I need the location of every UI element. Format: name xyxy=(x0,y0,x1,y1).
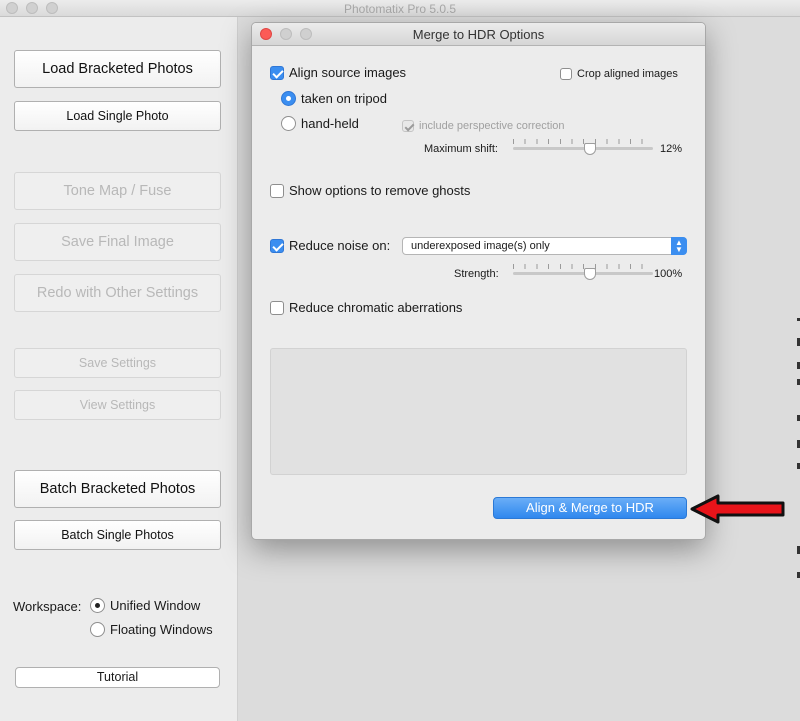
load-single-photo-button[interactable]: Load Single Photo xyxy=(14,101,221,131)
red-arrow-icon xyxy=(690,494,785,524)
strength-slider-thumb[interactable] xyxy=(584,268,596,280)
checkbox-checked-icon[interactable] xyxy=(270,65,284,80)
workspace-floating-label: Floating Windows xyxy=(110,622,213,637)
radio-unselected-icon[interactable] xyxy=(90,622,105,637)
dialog-title-bar: Merge to HDR Options xyxy=(252,23,705,46)
preview-area xyxy=(270,348,687,475)
chromatic-option[interactable]: Reduce chromatic aberrations xyxy=(270,300,462,315)
sidebar: Load Bracketed Photos Load Single Photo … xyxy=(0,17,238,721)
align-source-option[interactable]: Align source images xyxy=(270,65,406,80)
minimize-icon[interactable] xyxy=(280,28,292,40)
app-title: Photomatix Pro 5.0.5 xyxy=(343,2,457,16)
radio-selected-icon[interactable] xyxy=(90,598,105,613)
noise-target-select[interactable]: underexposed image(s) only ▲ ▼ xyxy=(402,237,687,255)
strength-slider[interactable] xyxy=(513,264,653,280)
align-source-label: Align source images xyxy=(289,65,407,80)
max-shift-value: 12% xyxy=(660,143,683,155)
max-shift-slider-thumb[interactable] xyxy=(584,143,596,155)
save-settings-button[interactable]: Save Settings xyxy=(14,348,221,378)
checkbox-unchecked-icon[interactable] xyxy=(560,68,572,80)
chromatic-label: Reduce chromatic aberrations xyxy=(289,300,463,315)
batch-bracketed-photos-button[interactable]: Batch Bracketed Photos xyxy=(14,470,221,508)
strength-value: 100% xyxy=(654,268,683,280)
dialog-title: Merge to HDR Options xyxy=(412,27,545,42)
checkbox-unchecked-icon[interactable] xyxy=(270,183,284,198)
workspace-label: Workspace: xyxy=(13,599,82,614)
batch-single-photos-button[interactable]: Batch Single Photos xyxy=(14,520,221,550)
close-icon[interactable] xyxy=(260,28,272,40)
view-settings-button[interactable]: View Settings xyxy=(14,390,221,420)
checkbox-disabled-icon[interactable] xyxy=(402,120,414,132)
updown-chevron-icon[interactable]: ▲ ▼ xyxy=(671,237,687,255)
workspace-unified-option[interactable]: Unified Window xyxy=(90,598,200,613)
main-title-bar: Photomatix Pro 5.0.5 xyxy=(0,0,800,17)
crop-aligned-option[interactable]: Crop aligned images xyxy=(560,68,678,80)
tripod-option[interactable]: taken on tripod xyxy=(281,91,387,106)
reduce-noise-label: Reduce noise on: xyxy=(289,238,391,253)
align-merge-hdr-button[interactable]: Align & Merge to HDR xyxy=(493,497,687,519)
radio-unselected-icon[interactable] xyxy=(281,116,296,131)
ghosts-label: Show options to remove ghosts xyxy=(289,183,471,198)
handheld-option[interactable]: hand-held xyxy=(281,116,359,131)
max-shift-label: Maximum shift: xyxy=(424,143,498,155)
tone-map-button[interactable]: Tone Map / Fuse xyxy=(14,172,221,210)
perspective-option[interactable]: include perspective correction xyxy=(402,120,565,132)
perspective-label: include perspective correction xyxy=(419,120,565,132)
handheld-label: hand-held xyxy=(301,116,359,131)
tutorial-button[interactable]: Tutorial xyxy=(15,667,220,688)
noise-target-value: underexposed image(s) only xyxy=(411,240,550,252)
load-bracketed-photos-button[interactable]: Load Bracketed Photos xyxy=(14,50,221,88)
dialog-window-controls[interactable] xyxy=(260,28,312,40)
strength-label: Strength: xyxy=(454,268,499,280)
ghosts-option[interactable]: Show options to remove ghosts xyxy=(270,183,470,198)
tripod-label: taken on tripod xyxy=(301,91,388,106)
max-shift-slider[interactable] xyxy=(513,139,653,155)
radio-selected-icon[interactable] xyxy=(281,91,296,106)
zoom-icon[interactable] xyxy=(300,28,312,40)
reduce-noise-option[interactable]: Reduce noise on: xyxy=(270,238,390,253)
workspace-unified-label: Unified Window xyxy=(110,598,201,613)
checkbox-unchecked-icon[interactable] xyxy=(270,300,284,315)
redo-settings-button[interactable]: Redo with Other Settings xyxy=(14,274,221,312)
crop-aligned-label: Crop aligned images xyxy=(577,68,678,80)
save-final-image-button[interactable]: Save Final Image xyxy=(14,223,221,261)
merge-to-hdr-dialog: Merge to HDR Options Align source images… xyxy=(251,22,706,540)
workspace-floating-option[interactable]: Floating Windows xyxy=(90,622,213,637)
checkbox-checked-icon[interactable] xyxy=(270,238,284,253)
